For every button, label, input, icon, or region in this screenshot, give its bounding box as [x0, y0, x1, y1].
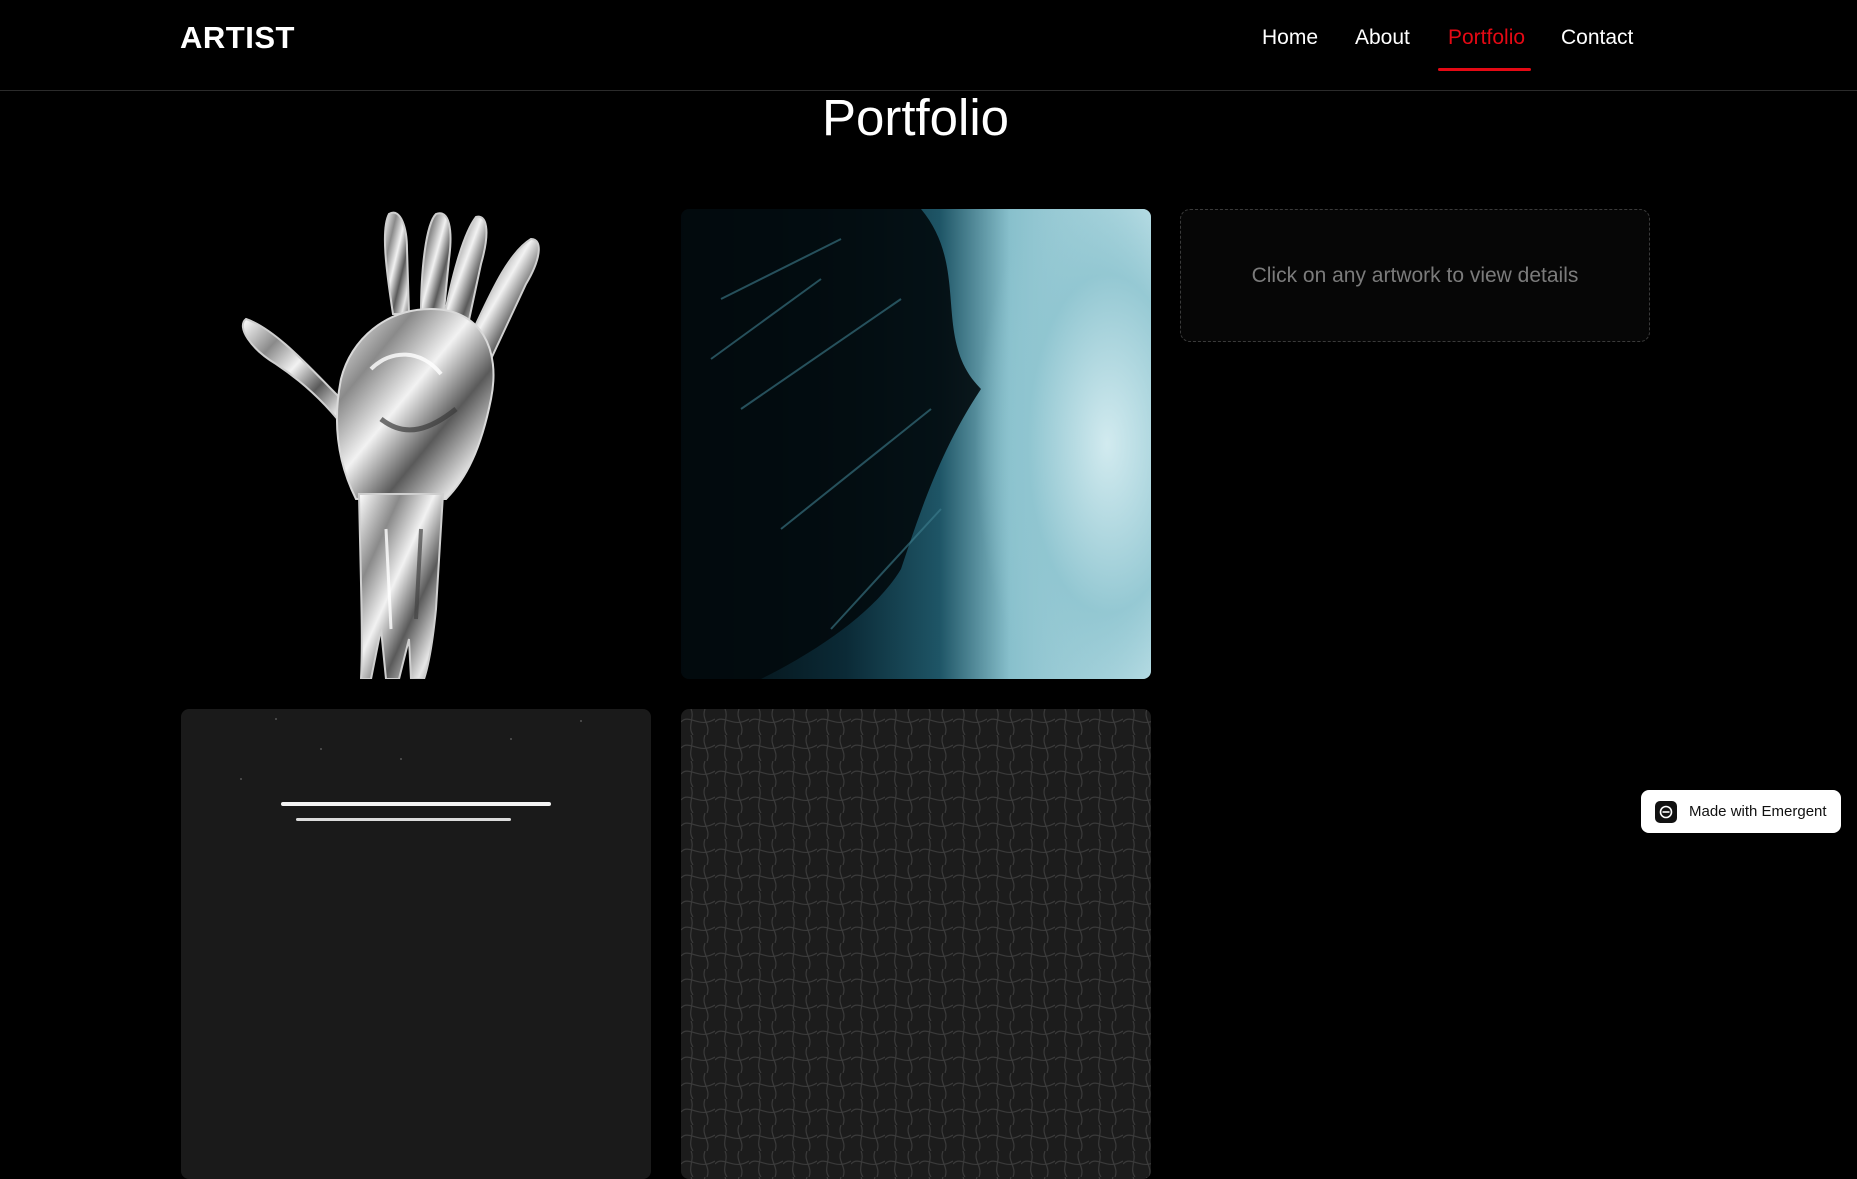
artwork-detail-panel: Click on any artwork to view details — [1180, 209, 1650, 342]
artwork-card-teal-abstract[interactable] — [681, 209, 1151, 679]
detail-placeholder-text: Click on any artwork to view details — [1251, 263, 1579, 287]
emergent-logo-icon — [1655, 800, 1677, 823]
artwork-card-chrome-hand[interactable] — [181, 209, 651, 679]
nav-portfolio[interactable]: Portfolio — [1448, 26, 1525, 50]
artwork-image-light-lines — [181, 709, 651, 1179]
artwork-card-light-lines[interactable] — [181, 709, 651, 1179]
artwork-image-chrome-hand — [181, 209, 651, 679]
badge-label: Made with Emergent — [1689, 803, 1827, 820]
page-title: Portfolio — [821, 89, 1010, 146]
nav-home[interactable]: Home — [1262, 26, 1318, 50]
main-nav: Home About Portfolio Contact — [0, 26, 1857, 76]
artwork-image-leather-texture — [681, 709, 1151, 1179]
artwork-image-teal-abstract — [681, 209, 1151, 679]
made-with-emergent-badge[interactable]: Made with Emergent — [1641, 790, 1841, 833]
site-header: ARTIST Home About Portfolio Contact — [0, 0, 1857, 91]
nav-contact[interactable]: Contact — [1561, 26, 1633, 50]
nav-active-indicator — [1438, 68, 1531, 71]
artwork-card-leather-texture[interactable] — [681, 709, 1151, 1179]
nav-about[interactable]: About — [1355, 26, 1410, 50]
